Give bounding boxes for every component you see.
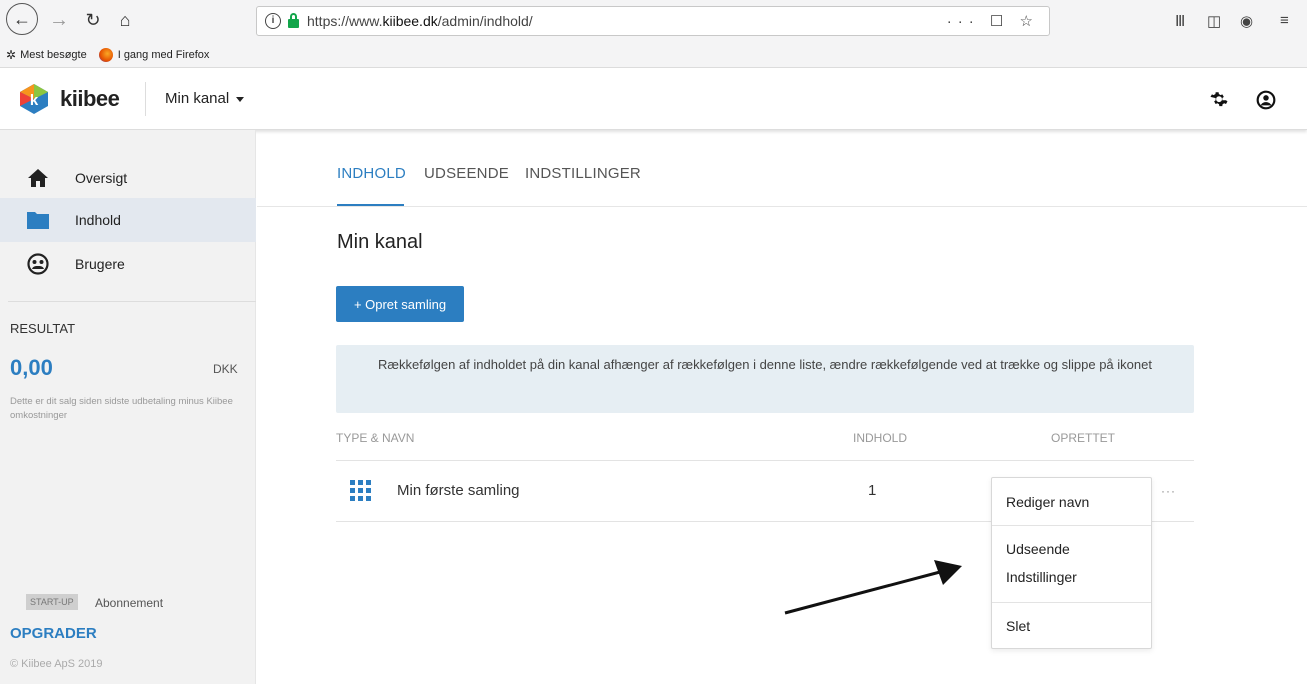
create-collection-button[interactable]: + Opret samling xyxy=(336,286,464,322)
column-header-created: OPRETTET xyxy=(1051,431,1116,445)
users-icon xyxy=(26,252,50,276)
svg-text:k: k xyxy=(30,92,39,109)
annotation-arrow-icon xyxy=(784,560,962,615)
menu-icon[interactable]: ≡ xyxy=(1280,12,1289,29)
sidebar-item-label: Indhold xyxy=(75,212,121,228)
sidebar-divider xyxy=(8,301,256,302)
gear-star-icon: ✲ xyxy=(6,47,17,62)
channel-label: Min kanal xyxy=(165,90,230,107)
user-circle-icon[interactable] xyxy=(1256,90,1276,110)
account-icon[interactable]: ◉ xyxy=(1240,12,1253,30)
info-banner: Rækkefølgen af indholdet på din kanal af… xyxy=(336,345,1194,413)
more-options-icon[interactable]: ··· xyxy=(1161,484,1176,498)
brand-name[interactable]: kiibee xyxy=(60,86,120,112)
page-title: Min kanal xyxy=(337,231,423,253)
reload-icon[interactable]: ↻ xyxy=(78,5,108,35)
table-divider xyxy=(336,460,1194,461)
plan-badge: START-UP xyxy=(26,594,78,610)
active-tab-indicator xyxy=(337,204,404,206)
library-icon[interactable]: Ⅲ xyxy=(1175,12,1185,30)
info-icon[interactable]: i xyxy=(265,13,281,29)
sidebar-item-brugere[interactable]: Brugere xyxy=(0,242,256,286)
browser-toolbar: ← → ↻ ⌂ i https://www.kiibee.dk/admin/in… xyxy=(0,0,1307,42)
result-currency: DKK xyxy=(213,362,238,376)
plan-label: Abonnement xyxy=(95,596,164,610)
bookmark-getting-started[interactable]: I gang med Firefox xyxy=(98,47,210,62)
column-header-content: INDHOLD xyxy=(853,431,908,445)
sidebar: Oversigt Indhold Brugere RESULTAT 0,00 D… xyxy=(0,130,256,684)
channel-dropdown[interactable]: Min kanal xyxy=(165,90,245,107)
drag-grid-icon[interactable] xyxy=(350,480,371,501)
url-domain: kiibee.dk xyxy=(382,13,438,29)
copyright: © Kiibee ApS 2019 xyxy=(10,658,103,670)
gear-icon[interactable] xyxy=(1209,90,1229,110)
sidebar-item-label: Brugere xyxy=(75,256,125,272)
bookmarks-bar: ✲ Mest besøgte I gang med Firefox xyxy=(0,42,1307,68)
row-context-menu: Rediger navn Udseende Indstillinger Slet xyxy=(991,477,1152,649)
page-actions-icons[interactable]: ··· ☐ ☆ xyxy=(947,12,1039,30)
result-description: Dette er dit salg siden sidste udbetalin… xyxy=(10,396,233,421)
back-arrow-icon[interactable]: ← xyxy=(6,3,38,35)
row-name[interactable]: Min første samling xyxy=(397,482,520,499)
column-header-type-name: TYPE & NAVN xyxy=(336,431,415,445)
menu-item-settings[interactable]: Indstillinger xyxy=(1006,569,1077,585)
tab-indhold[interactable]: INDHOLD xyxy=(337,165,406,182)
firefox-icon xyxy=(98,47,113,62)
app-header: k kiibee Min kanal xyxy=(0,68,1307,130)
url-text[interactable]: https://www.kiibee.dk/admin/indhold/ xyxy=(307,13,533,29)
bookmark-label: I gang med Firefox xyxy=(117,48,210,61)
menu-divider xyxy=(992,525,1151,526)
row-count: 1 xyxy=(868,482,877,499)
url-path: /admin/indhold/ xyxy=(437,13,533,29)
home-icon xyxy=(26,166,50,190)
lock-icon xyxy=(288,12,299,28)
bookmark-most-visited[interactable]: ✲ Mest besøgte xyxy=(6,48,87,62)
tab-udseende[interactable]: UDSEENDE xyxy=(424,165,509,182)
sidebar-item-label: Oversigt xyxy=(75,170,128,186)
forward-arrow-icon[interactable]: → xyxy=(44,5,74,35)
header-divider xyxy=(145,82,146,116)
menu-divider xyxy=(992,602,1151,603)
tabs-bar: INDHOLD UDSEENDE INDSTILLINGER xyxy=(257,130,1307,207)
upgrade-link[interactable]: OPGRADER xyxy=(10,625,97,642)
sidebar-item-oversigt[interactable]: Oversigt xyxy=(0,156,256,200)
menu-item-delete[interactable]: Slet xyxy=(1006,618,1030,634)
sidebar-toggle-icon[interactable]: ◫ xyxy=(1207,12,1221,30)
url-prefix: https://www. xyxy=(307,13,383,29)
result-title: RESULTAT xyxy=(10,321,76,336)
bookmark-label: Mest besøgte xyxy=(20,48,87,61)
sidebar-item-indhold[interactable]: Indhold xyxy=(0,198,256,242)
tab-indstillinger[interactable]: INDSTILLINGER xyxy=(525,165,641,182)
menu-item-rename[interactable]: Rediger navn xyxy=(1006,494,1089,510)
kiibee-logo-icon[interactable]: k xyxy=(18,83,50,115)
folder-icon xyxy=(26,208,50,232)
menu-item-appearance[interactable]: Udseende xyxy=(1006,541,1070,557)
home-browser-icon[interactable]: ⌂ xyxy=(110,5,140,35)
caret-down-icon xyxy=(236,96,245,102)
address-bar[interactable]: i https://www.kiibee.dk/admin/indhold/ ·… xyxy=(256,6,1050,36)
result-value: 0,00 xyxy=(10,355,53,380)
